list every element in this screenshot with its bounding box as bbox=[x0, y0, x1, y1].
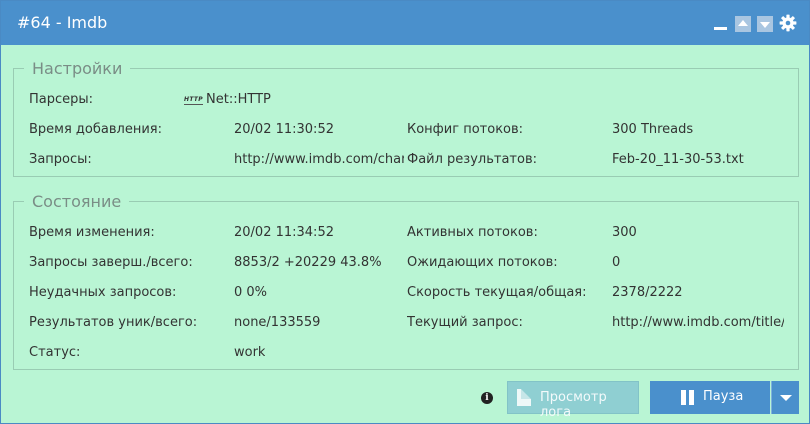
status-value: work bbox=[234, 345, 266, 360]
pause-label: Пауза bbox=[703, 389, 744, 404]
status-label: Статус: bbox=[29, 345, 81, 360]
results-value: none/133559 bbox=[234, 315, 321, 330]
speed-label: Скорость текущая/общая: bbox=[407, 285, 587, 300]
active-threads-label: Активных потоков: bbox=[407, 225, 538, 240]
window-title: #64 - Imdb bbox=[17, 13, 108, 32]
result-file-label: Файл результатов: bbox=[407, 152, 537, 167]
info-icon[interactable]: i bbox=[481, 392, 493, 404]
added-value: 20/02 11:30:52 bbox=[234, 122, 334, 137]
current-query-label: Текущий запрос: bbox=[407, 315, 523, 330]
results-label: Результатов уник/всего: bbox=[29, 315, 198, 330]
arrow-up-icon[interactable] bbox=[735, 16, 751, 32]
changed-value: 20/02 11:34:52 bbox=[234, 225, 334, 240]
queries-done-value: 8853/2 +20229 43.8% bbox=[234, 255, 382, 270]
waiting-threads-label: Ожидающих потоков: bbox=[407, 255, 558, 270]
document-icon bbox=[517, 389, 531, 406]
failed-label: Неудачных запросов: bbox=[29, 285, 177, 300]
queries-label: Запросы: bbox=[29, 152, 92, 167]
changed-label: Время изменения: bbox=[29, 225, 155, 240]
current-query-value: http://www.imdb.com/title/tt bbox=[612, 315, 784, 330]
http-icon: HTTP bbox=[184, 96, 203, 105]
chevron-down-icon bbox=[780, 395, 792, 401]
view-log-button[interactable]: Просмотр лога bbox=[507, 381, 639, 420]
speed-value: 2378/2222 bbox=[612, 285, 683, 300]
minimize-icon[interactable] bbox=[713, 16, 729, 32]
arrow-down-icon[interactable] bbox=[757, 16, 773, 32]
title-bar: #64 - Imdb bbox=[1, 1, 809, 45]
active-threads-value: 300 bbox=[612, 225, 637, 240]
state-legend: Состояние bbox=[32, 192, 122, 211]
pause-icon bbox=[681, 390, 695, 405]
settings-legend: Настройки bbox=[32, 59, 123, 78]
threads-config-label: Конфиг потоков: bbox=[407, 122, 524, 137]
result-file-value: Feb-20_11-30-53.txt bbox=[612, 152, 744, 167]
threads-config-value: 300 Threads bbox=[612, 122, 694, 137]
view-log-label: Просмотр лога bbox=[540, 390, 607, 420]
task-panel: #64 - Imdb Настройки Парсеры: HTTP Net::… bbox=[0, 0, 810, 424]
gear-icon[interactable] bbox=[779, 14, 797, 32]
state-group: Состояние bbox=[13, 192, 799, 370]
parsers-label: Парсеры: bbox=[29, 92, 94, 107]
queries-done-label: Запросы заверш./всего: bbox=[29, 255, 193, 270]
pause-button[interactable]: Пауза bbox=[650, 381, 770, 414]
parser-name: Net::HTTP bbox=[206, 92, 271, 107]
failed-value: 0 0% bbox=[234, 285, 268, 300]
added-label: Время добавления: bbox=[29, 122, 162, 137]
pause-dropdown-button[interactable] bbox=[771, 381, 799, 414]
queries-value: http://www.imdb.com/chart bbox=[234, 152, 404, 167]
waiting-threads-value: 0 bbox=[612, 255, 621, 270]
